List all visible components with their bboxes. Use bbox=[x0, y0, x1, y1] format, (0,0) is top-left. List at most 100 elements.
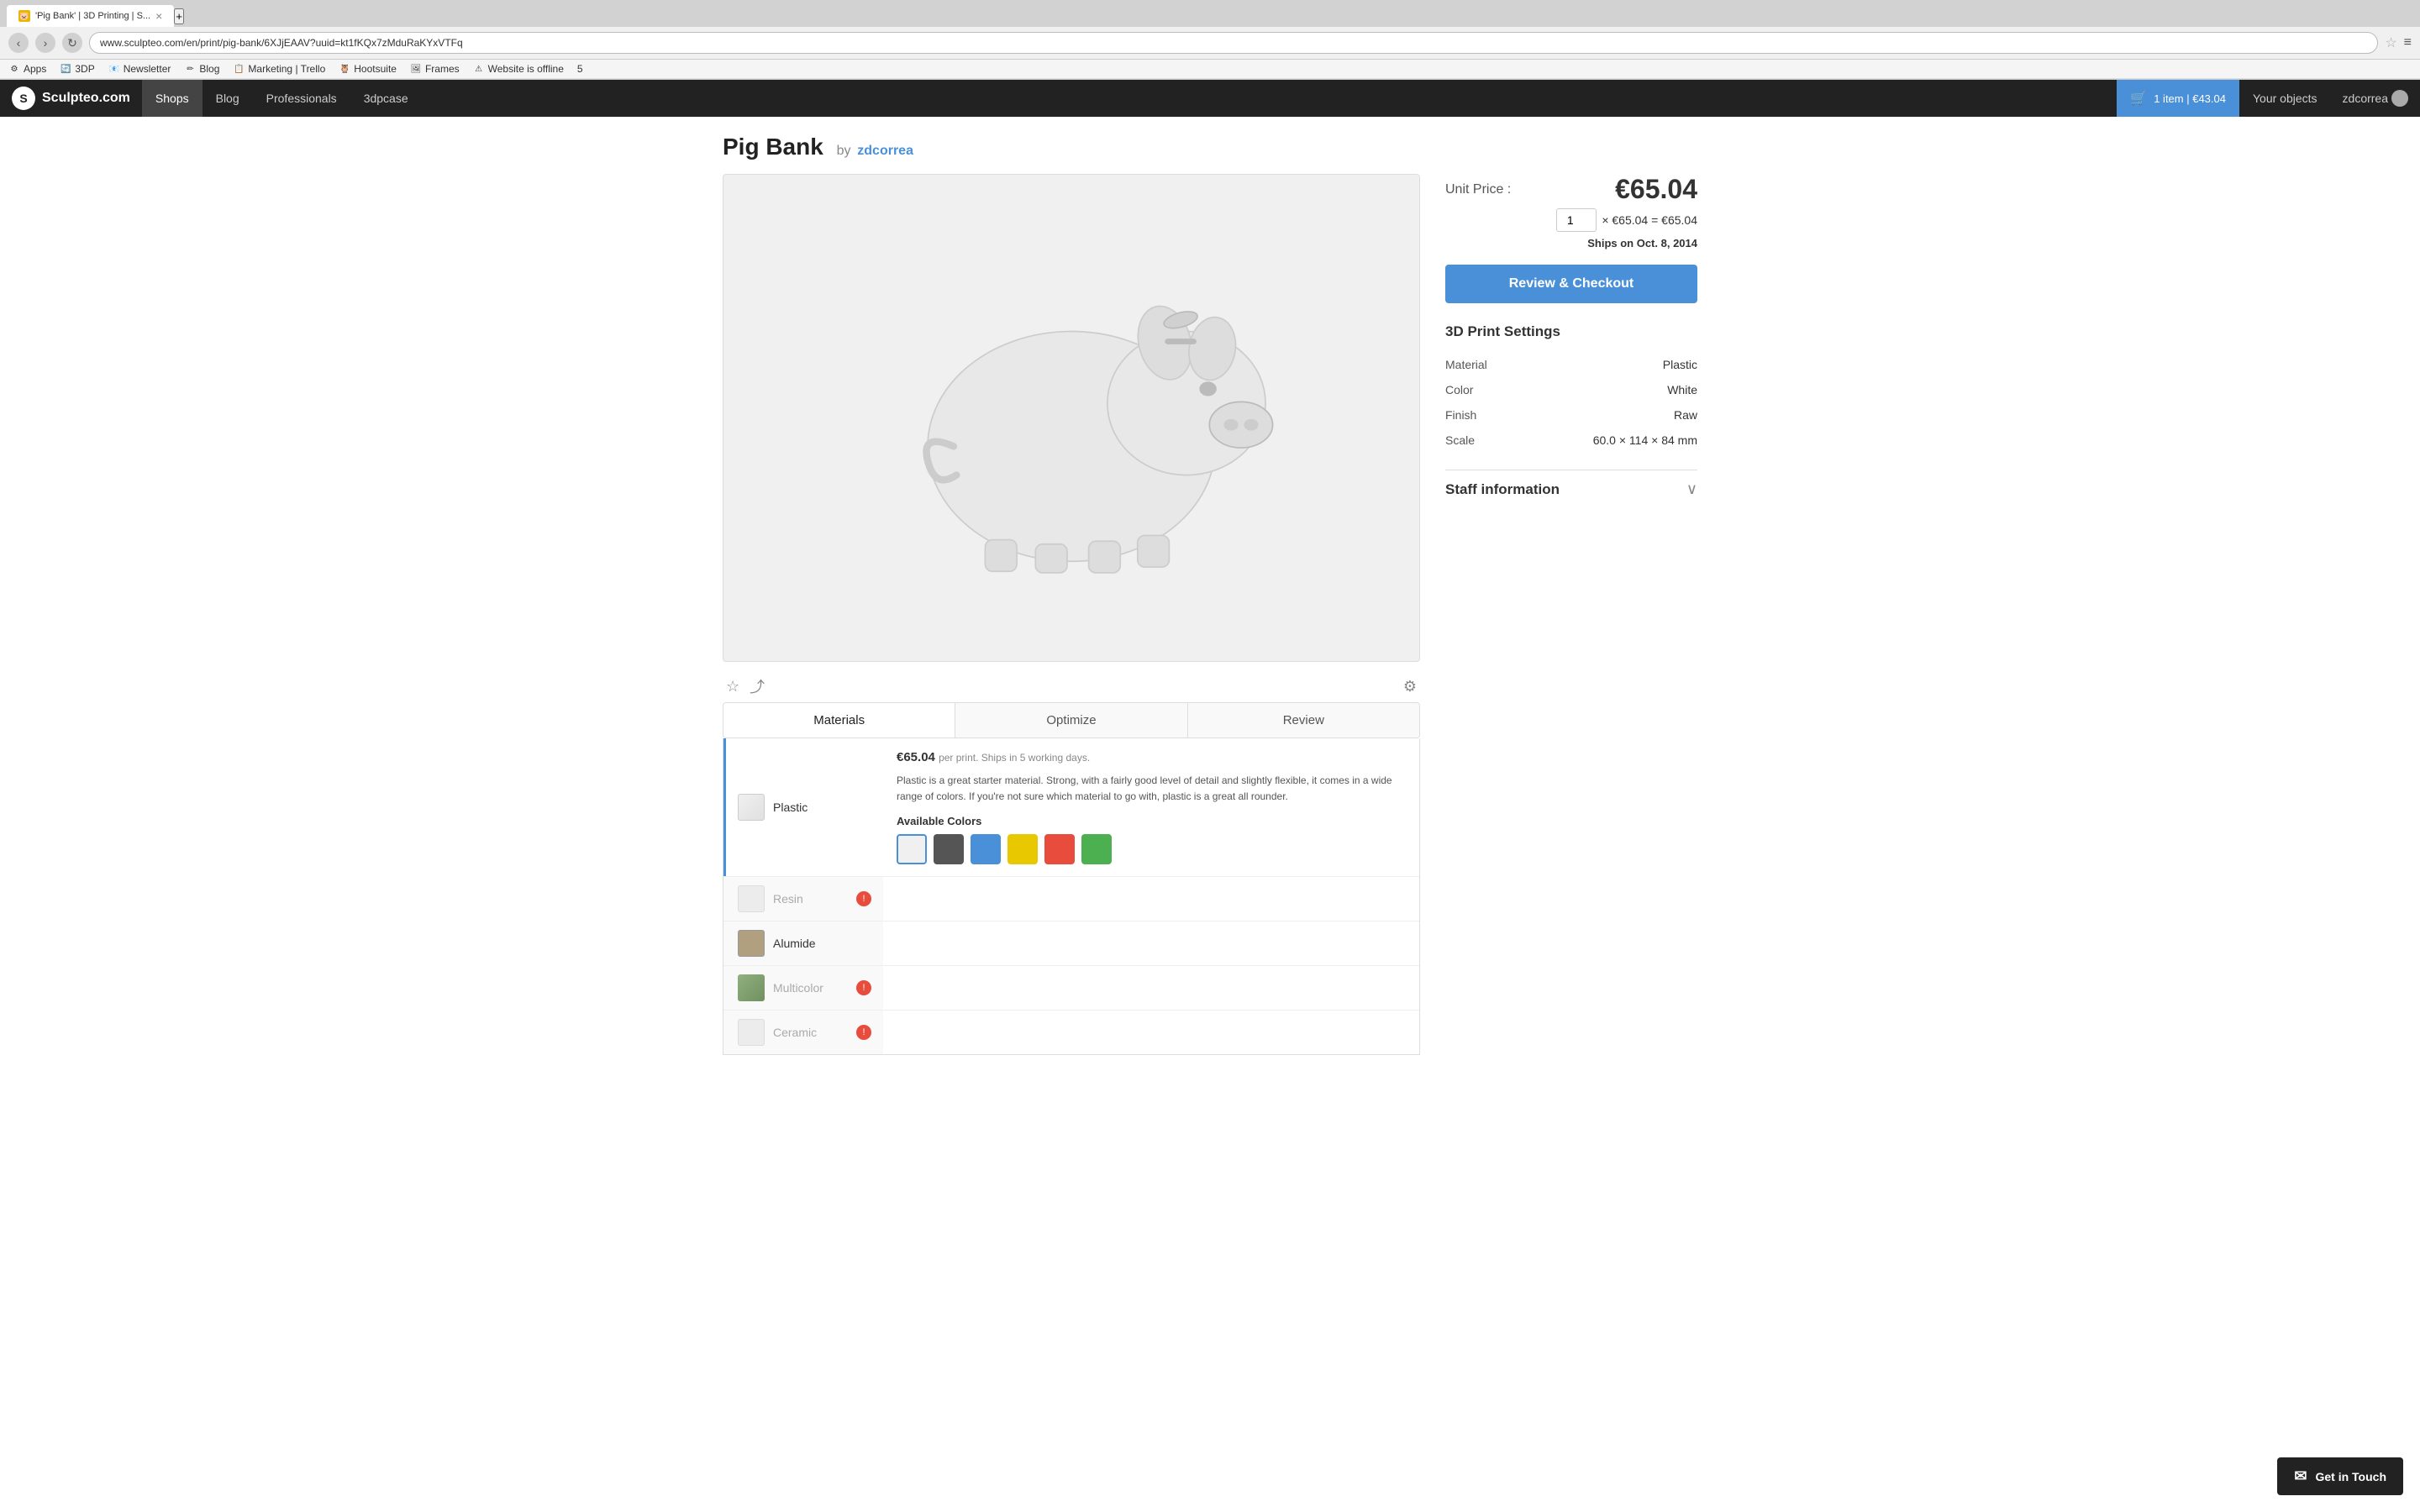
settings-finish-value: Raw bbox=[1571, 402, 1697, 428]
image-toolbar-left: ☆ ⤴ bbox=[726, 675, 765, 697]
bookmark-blog-label: Blog bbox=[199, 63, 219, 75]
color-swatch-green[interactable] bbox=[1081, 834, 1112, 864]
bookmark-frames[interactable]: 🖼 Frames bbox=[410, 63, 460, 75]
address-bar[interactable] bbox=[89, 32, 2378, 54]
color-swatches bbox=[897, 834, 1406, 864]
favorite-button[interactable]: ☆ bbox=[726, 675, 739, 697]
color-swatch-white[interactable] bbox=[897, 834, 927, 864]
price-row: Unit Price : €65.04 bbox=[1445, 174, 1697, 205]
browser-menu-icon[interactable]: ≡ bbox=[2404, 35, 2412, 50]
color-swatch-dark-gray[interactable] bbox=[934, 834, 964, 864]
print-settings-title: 3D Print Settings bbox=[1445, 323, 1697, 340]
settings-scale-value: 60.0 × 114 × 84 mm bbox=[1571, 428, 1697, 453]
material-row-multicolor: Multicolor ! bbox=[723, 966, 1419, 1011]
bookmark-trello[interactable]: 📋 Marketing | Trello bbox=[233, 63, 325, 75]
material-name-ceramic: Ceramic bbox=[773, 1026, 817, 1039]
tab-materials[interactable]: Materials bbox=[723, 703, 955, 738]
product-author[interactable]: zdcorrea bbox=[857, 144, 913, 158]
price-calc-row: × €65.04 = €65.04 bbox=[1445, 208, 1697, 232]
price-calculation: × €65.04 = €65.04 bbox=[1602, 213, 1697, 227]
unit-price-value: €65.04 bbox=[1615, 174, 1697, 205]
bookmark-blog[interactable]: ✏ Blog bbox=[184, 63, 219, 75]
quantity-input[interactable] bbox=[1556, 208, 1597, 232]
active-tab[interactable]: 🐷 'Pig Bank' | 3D Printing | S... × bbox=[7, 5, 174, 27]
get-in-touch-widget[interactable]: ✉ Get in Touch bbox=[2277, 1457, 2403, 1495]
bookmark-hootsuite[interactable]: 🦉 Hootsuite bbox=[339, 63, 397, 75]
new-tab-button[interactable]: + bbox=[174, 8, 184, 24]
material-error-ceramic: ! bbox=[856, 1025, 871, 1040]
bookmark-count[interactable]: 5 bbox=[577, 63, 583, 75]
material-thumb-ceramic bbox=[738, 1019, 765, 1046]
material-thumb-multicolor bbox=[738, 974, 765, 1001]
staff-info-header[interactable]: Staff information ∨ bbox=[1445, 470, 1697, 508]
unit-price-label: Unit Price : bbox=[1445, 182, 1511, 197]
site-logo[interactable]: S Sculpteo.com bbox=[0, 87, 142, 110]
nav-blog[interactable]: Blog bbox=[203, 80, 253, 117]
user-area[interactable]: zdcorrea bbox=[2331, 90, 2420, 107]
settings-finish-label: Finish bbox=[1445, 402, 1571, 428]
bookmark-frames-label: Frames bbox=[425, 63, 460, 75]
bookmark-star-icon[interactable]: ☆ bbox=[2385, 34, 2396, 51]
material-name-multicolor: Multicolor bbox=[773, 981, 823, 995]
material-selector-resin[interactable]: Resin ! bbox=[723, 877, 883, 921]
hootsuite-icon: 🦉 bbox=[339, 63, 350, 75]
bookmark-3dp[interactable]: 🔄 3DP bbox=[60, 63, 94, 75]
material-thumb-plastic bbox=[738, 794, 765, 821]
forward-button[interactable]: › bbox=[35, 33, 55, 53]
material-description: Plastic is a great starter material. Str… bbox=[897, 773, 1406, 805]
settings-row-finish: Finish Raw bbox=[1445, 402, 1697, 428]
tab-review[interactable]: Review bbox=[1188, 703, 1419, 738]
close-tab-icon[interactable]: × bbox=[155, 9, 162, 23]
product-tabs: Materials Optimize Review bbox=[723, 702, 1420, 738]
nav-right: 🛒 1 item | €43.04 Your objects zdcorrea bbox=[2117, 80, 2420, 117]
blog-icon: ✏ bbox=[184, 63, 196, 75]
settings-table: Material Plastic Color White Finish Raw … bbox=[1445, 352, 1697, 453]
material-selector-plastic[interactable]: Plastic bbox=[723, 738, 883, 876]
website-offline-icon: ⚠ bbox=[473, 63, 485, 75]
nav-3dpcase[interactable]: 3dpcase bbox=[350, 80, 422, 117]
material-row-ceramic: Ceramic ! bbox=[723, 1011, 1419, 1054]
bookmark-3dp-label: 3DP bbox=[75, 63, 94, 75]
nav-professionals[interactable]: Professionals bbox=[253, 80, 350, 117]
product-left: ☆ ⤴ ⚙ Materials Optimize Review Plastic bbox=[723, 174, 1420, 1055]
settings-material-value: Plastic bbox=[1571, 352, 1697, 377]
your-objects-link[interactable]: Your objects bbox=[2239, 80, 2331, 117]
color-swatch-yellow[interactable] bbox=[1007, 834, 1038, 864]
material-selector-ceramic[interactable]: Ceramic ! bbox=[723, 1011, 883, 1054]
cart-button[interactable]: 🛒 1 item | €43.04 bbox=[2117, 80, 2239, 117]
settings-row-color: Color White bbox=[1445, 377, 1697, 402]
chevron-down-icon: ∨ bbox=[1686, 480, 1697, 498]
settings-color-value: White bbox=[1571, 377, 1697, 402]
trello-icon: 📋 bbox=[233, 63, 245, 75]
material-selector-alumide[interactable]: Alumide bbox=[723, 921, 883, 965]
material-selector-multicolor[interactable]: Multicolor ! bbox=[723, 966, 883, 1010]
material-row-resin: Resin ! bbox=[723, 877, 1419, 921]
bookmark-apps-label: Apps bbox=[24, 63, 46, 75]
username-label: zdcorrea bbox=[2343, 92, 2388, 105]
share-button[interactable]: ⤴ bbox=[750, 675, 765, 697]
color-swatch-blue[interactable] bbox=[971, 834, 1001, 864]
bookmark-website-offline-label: Website is offline bbox=[488, 63, 564, 75]
material-ships-label: per print. Ships in 5 working days. bbox=[939, 752, 1090, 764]
tab-bar: 🐷 'Pig Bank' | 3D Printing | S... × + bbox=[0, 0, 2420, 27]
bookmark-newsletter[interactable]: 📧 Newsletter bbox=[108, 63, 171, 75]
product-right: Unit Price : €65.04 × €65.04 = €65.04 Sh… bbox=[1445, 174, 1697, 1055]
colors-label: Available Colors bbox=[897, 815, 1406, 827]
settings-material-label: Material bbox=[1445, 352, 1571, 377]
logo-icon: S bbox=[12, 87, 35, 110]
back-button[interactable]: ‹ bbox=[8, 33, 29, 53]
ships-date: Ships on Oct. 8, 2014 bbox=[1445, 237, 1697, 249]
refresh-button[interactable]: ↻ bbox=[62, 33, 82, 53]
material-row-plastic: Plastic €65.04 per print. Ships in 5 wor… bbox=[723, 738, 1419, 877]
page-content: Pig Bank by zdcorrea bbox=[706, 117, 1714, 1072]
bookmark-apps[interactable]: ⚙ Apps bbox=[8, 63, 46, 75]
tab-optimize[interactable]: Optimize bbox=[955, 703, 1187, 738]
checkout-button[interactable]: Review & Checkout bbox=[1445, 265, 1697, 303]
newsletter-icon: 📧 bbox=[108, 63, 120, 75]
bookmark-website-offline[interactable]: ⚠ Website is offline bbox=[473, 63, 564, 75]
nav-shops[interactable]: Shops bbox=[142, 80, 203, 117]
pig-3d-model bbox=[845, 260, 1297, 575]
staff-info-title: Staff information bbox=[1445, 481, 1560, 498]
color-swatch-red[interactable] bbox=[1044, 834, 1075, 864]
settings-button[interactable]: ⚙ bbox=[1403, 678, 1417, 696]
